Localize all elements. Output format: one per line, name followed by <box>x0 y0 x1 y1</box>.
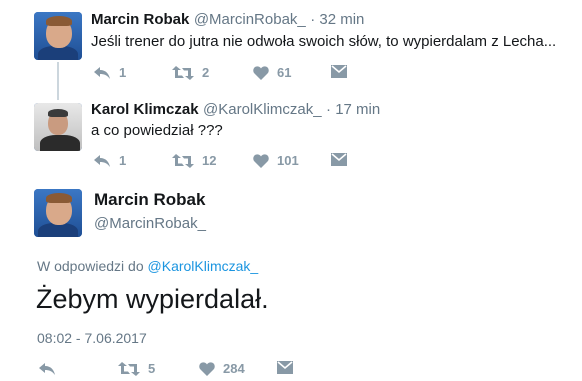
reply-button[interactable]: 1 <box>93 65 126 80</box>
retweet-button[interactable]: 5 <box>118 361 155 376</box>
retweet-icon <box>118 361 140 376</box>
reply-button[interactable]: 1 <box>93 153 126 168</box>
envelope-icon <box>277 361 293 374</box>
author-handle[interactable]: @MarcinRobak_ <box>94 215 206 232</box>
retweet-count: 2 <box>202 65 210 80</box>
heart-icon <box>253 65 269 80</box>
tweet-text: Żebym wypierdalał. <box>36 284 269 314</box>
retweet-count: 12 <box>202 153 217 168</box>
reply-icon <box>94 66 110 79</box>
tweet-text: a co powiedział ??? <box>91 122 223 139</box>
retweet-button[interactable]: 12 <box>172 153 216 168</box>
reply-context: W odpowiedzi do @KarolKlimczak_ <box>37 258 258 274</box>
retweet-button[interactable]: 2 <box>172 65 209 80</box>
thread-connector <box>57 62 59 100</box>
author-name[interactable]: Marcin Robak <box>94 190 205 210</box>
heart-icon <box>253 153 269 168</box>
like-button[interactable]: 61 <box>253 65 291 80</box>
reply-to-link[interactable]: @KarolKlimczak_ <box>148 258 259 274</box>
reply-count: 1 <box>119 65 127 80</box>
heart-icon <box>199 361 215 376</box>
reply-button[interactable] <box>38 362 56 376</box>
tweet-2-header: Karol Klimczak @KarolKlimczak_ · 17 min <box>91 101 380 119</box>
like-count: 101 <box>277 153 299 168</box>
retweet-icon <box>172 153 194 168</box>
avatar-marcin-robak[interactable] <box>34 189 82 237</box>
author-handle[interactable]: @KarolKlimczak_ <box>203 101 322 118</box>
reply-count: 1 <box>119 153 127 168</box>
like-button[interactable]: 284 <box>199 361 245 376</box>
like-count: 284 <box>223 361 245 376</box>
avatar-karol-klimczak[interactable] <box>34 103 82 151</box>
reply-icon <box>94 154 110 167</box>
tweet-time[interactable]: · 32 min <box>310 11 364 28</box>
like-button[interactable]: 101 <box>253 153 299 168</box>
like-count: 61 <box>277 65 292 80</box>
reply-prefix: W odpowiedzi do <box>37 258 144 274</box>
envelope-icon <box>331 153 347 166</box>
direct-message-button[interactable] <box>277 361 293 374</box>
author-handle[interactable]: @MarcinRobak_ <box>194 11 306 28</box>
tweet-time[interactable]: · 17 min <box>326 101 380 118</box>
tweet-timestamp[interactable]: 08:02 - 7.06.2017 <box>37 330 147 346</box>
direct-message-button[interactable] <box>331 153 347 166</box>
envelope-icon <box>331 65 347 78</box>
tweet-text: Jeśli trener do jutra nie odwoła swoich … <box>91 33 557 50</box>
retweet-count: 5 <box>148 361 156 376</box>
author-name[interactable]: Karol Klimczak <box>91 101 199 118</box>
avatar-marcin-robak[interactable] <box>34 12 82 60</box>
retweet-icon <box>172 65 194 80</box>
reply-icon <box>39 363 55 375</box>
direct-message-button[interactable] <box>331 65 347 78</box>
author-name[interactable]: Marcin Robak <box>91 11 189 28</box>
tweet-1-header: Marcin Robak @MarcinRobak_ · 32 min <box>91 11 364 29</box>
